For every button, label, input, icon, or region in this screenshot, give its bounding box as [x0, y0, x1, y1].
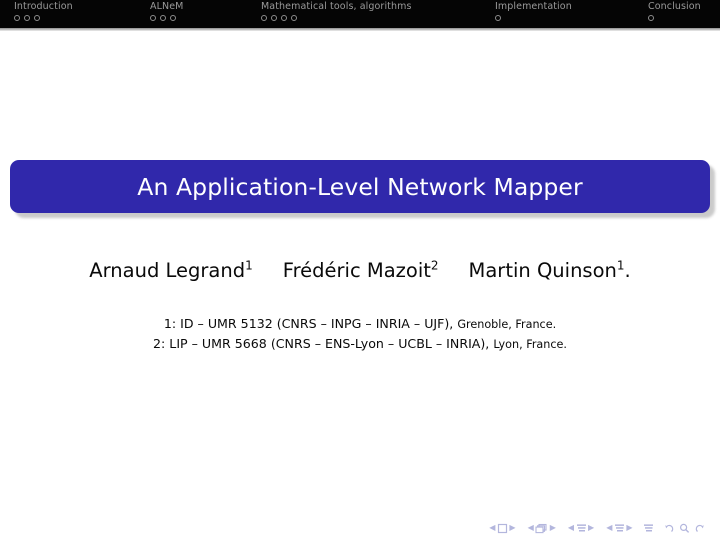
affiliation-row: 2: LIP – UMR 5668 (CNRS – ENS-Lyon – UCB…	[0, 334, 720, 354]
affiliations-block: 1: ID – UMR 5132 (CNRS – INPG – INRIA – …	[0, 314, 720, 354]
header-section-dots[interactable]	[14, 15, 40, 21]
magnifier-icon[interactable]	[679, 523, 690, 534]
slide-dot[interactable]	[160, 15, 166, 21]
title-banner: An Application-Level Network Mapper	[10, 160, 715, 218]
next-section-icon[interactable]: ▶	[626, 524, 632, 532]
slide-dot[interactable]	[24, 15, 30, 21]
slide-dot[interactable]	[14, 15, 20, 21]
previous-frame-icon[interactable]: ◀	[528, 524, 534, 532]
header-divider	[0, 28, 720, 31]
authors-line: Arnaud Legrand1 Frédéric Mazoit2 Martin Qu…	[0, 258, 720, 284]
author-0: Arnaud Legrand1	[89, 258, 253, 284]
search-navigation-group	[663, 523, 706, 534]
author-affiliation-mark: 1	[245, 258, 253, 273]
header-section-dots[interactable]	[150, 15, 176, 21]
slide-dot[interactable]	[281, 15, 287, 21]
affiliation-index: 1:	[163, 316, 177, 331]
document-icon[interactable]	[643, 523, 654, 534]
previous-slide-icon[interactable]: ◀	[489, 524, 495, 532]
frame-navigation-group: ◀ ▶	[526, 523, 557, 534]
section-navigation-group: ◀ ▶	[605, 523, 634, 534]
affiliation-body: ID – UMR 5132 (CNRS – INPG – INRIA – UJF…	[180, 316, 454, 331]
previous-subsection-icon[interactable]: ◀	[568, 524, 574, 532]
next-frame-icon[interactable]: ▶	[550, 524, 556, 532]
slide-dot[interactable]	[261, 15, 267, 21]
next-subsection-icon[interactable]: ▶	[588, 524, 594, 532]
affiliation-body: LIP – UMR 5668 (CNRS – ENS-Lyon – UCBL –…	[169, 336, 490, 351]
frame-icon[interactable]	[535, 523, 548, 534]
author-name: Martin Quinson	[468, 259, 617, 282]
header-section-dots[interactable]	[648, 15, 654, 21]
header-section-label: Introduction	[14, 1, 73, 12]
page-title: An Application-Level Network Mapper	[137, 172, 583, 201]
header-section-dots[interactable]	[261, 15, 297, 21]
author-name: Arnaud Legrand	[89, 259, 246, 282]
author-2: Martin Quinson1.	[469, 258, 631, 284]
author-name: Frédéric Mazoit	[282, 259, 431, 282]
header-section-label: Conclusion	[648, 1, 701, 12]
author-affiliation-mark: 2	[430, 258, 439, 273]
back-arrow-icon[interactable]	[663, 523, 674, 534]
slide-dot[interactable]	[150, 15, 156, 21]
header-section-label: Implementation	[495, 1, 572, 12]
subsection-icon[interactable]	[576, 523, 587, 534]
header-section-dots[interactable]	[495, 15, 501, 21]
slide-icon[interactable]	[497, 523, 508, 534]
header-section-label: ALNeM	[150, 1, 184, 12]
author-affiliation-mark: 1	[616, 258, 625, 273]
slide-dot[interactable]	[271, 15, 277, 21]
next-slide-icon[interactable]: ▶	[509, 524, 515, 532]
header-section-label: Mathematical tools, algorithms	[261, 1, 412, 12]
subsection-navigation-group: ◀ ▶	[566, 523, 595, 534]
title-banner-box: An Application-Level Network Mapper	[10, 160, 710, 213]
author-suffix: .	[624, 259, 631, 282]
slide-dot[interactable]	[495, 15, 501, 21]
affiliation-index: 2:	[153, 336, 166, 351]
affiliation-row: 1: ID – UMR 5132 (CNRS – INPG – INRIA – …	[0, 314, 720, 334]
forward-arrow-icon[interactable]	[695, 523, 706, 534]
affiliation-location: Grenoble, France.	[457, 318, 557, 331]
section-icon[interactable]	[614, 523, 625, 534]
slide-dot[interactable]	[648, 15, 654, 21]
author-1: Frédéric Mazoit2	[283, 258, 439, 284]
presentation-navigation-group	[643, 523, 654, 534]
slide-navigation-group: ◀ ▶	[488, 523, 517, 534]
slide-dot[interactable]	[34, 15, 40, 21]
affiliation-location: Lyon, France.	[493, 338, 567, 351]
slide-dot[interactable]	[170, 15, 176, 21]
slide-dot[interactable]	[291, 15, 297, 21]
header-navigation-bar: Introduction ALNeM Mathematical tools, a…	[0, 0, 720, 28]
previous-section-icon[interactable]: ◀	[606, 524, 612, 532]
beamer-navigation-symbols: ◀ ▶ ◀ ▶ ◀ ▶ ◀ ▶	[488, 519, 706, 537]
